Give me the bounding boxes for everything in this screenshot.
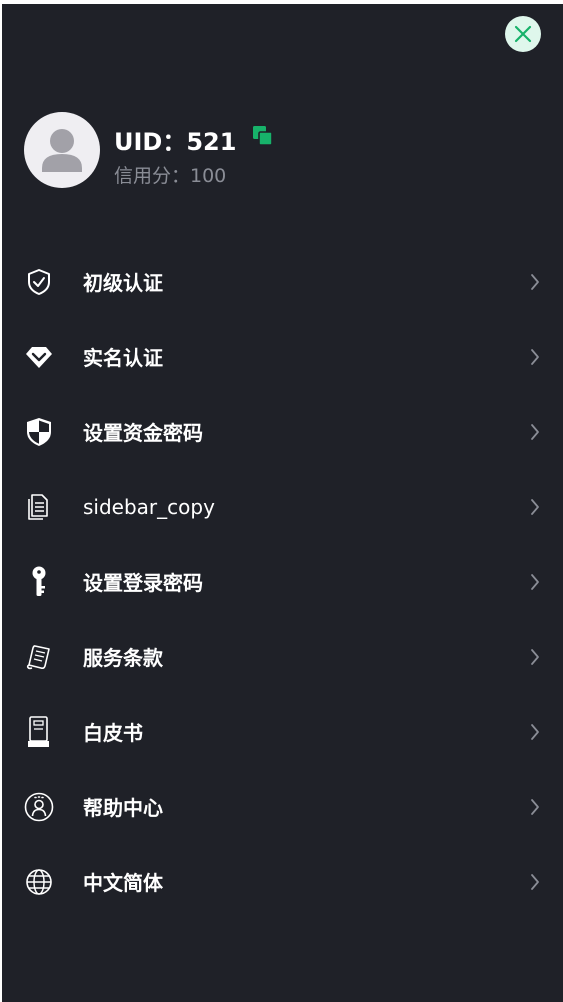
menu-item-label: 初级认证 [83, 271, 163, 295]
menu-item-label: 设置登录密码 [83, 571, 203, 595]
uid-label: UID：521 [114, 128, 237, 156]
chevron-right-icon [531, 273, 539, 290]
shield-check-icon [24, 267, 54, 297]
copy-icon[interactable] [252, 125, 274, 147]
menu-item-login-password[interactable]: 设置登录密码 [2, 544, 563, 619]
chevron-right-icon [531, 648, 539, 665]
menu-item-label: 白皮书 [83, 721, 143, 745]
menu-item-label: 帮助中心 [83, 796, 163, 820]
notebook-icon [24, 715, 54, 747]
chevron-right-icon [531, 423, 539, 440]
menu-item-label: 中文简体 [83, 871, 163, 895]
avatar[interactable] [24, 112, 100, 188]
close-button[interactable] [505, 16, 541, 52]
menu-item-label: 实名认证 [83, 346, 163, 370]
menu-item-fund-password[interactable]: 设置资金密码 [2, 394, 563, 469]
menu-item-label: sidebar_copy [83, 494, 215, 519]
globe-icon [24, 867, 54, 897]
menu-item-basic-verification[interactable]: 初级认证 [2, 244, 563, 319]
document-copy-icon [24, 492, 54, 522]
menu-item-real-name-verification[interactable]: 实名认证 [2, 319, 563, 394]
menu-item-language[interactable]: 中文简体 [2, 844, 563, 919]
key-icon [24, 566, 54, 597]
terms-scroll-icon [24, 642, 54, 672]
support-agent-icon [24, 792, 54, 822]
uid-row: UID：521 [114, 122, 274, 157]
menu-item-label: 服务条款 [83, 646, 163, 670]
menu-item-help-center[interactable]: 帮助中心 [2, 769, 563, 844]
sidebar-panel: UID：521 信用分：100 初级认证 实名认证 设置资金密码 sidebar… [2, 4, 563, 1002]
credit-score: 信用分：100 [114, 165, 227, 187]
menu-item-sidebar-copy[interactable]: sidebar_copy [2, 469, 563, 544]
chevron-right-icon [531, 723, 539, 740]
chevron-right-icon [531, 573, 539, 590]
chevron-right-icon [531, 498, 539, 515]
security-shield-icon [24, 417, 54, 447]
menu-item-label: 设置资金密码 [83, 421, 203, 445]
menu-item-whitepaper[interactable]: 白皮书 [2, 694, 563, 769]
chevron-right-icon [531, 873, 539, 890]
user-icon [42, 129, 82, 172]
diamond-check-icon [24, 342, 54, 372]
chevron-right-icon [531, 798, 539, 815]
menu-item-terms-of-service[interactable]: 服务条款 [2, 619, 563, 694]
close-icon [514, 25, 532, 43]
chevron-right-icon [531, 348, 539, 365]
menu-list: 初级认证 实名认证 设置资金密码 sidebar_copy 设置登录密码 服务条… [2, 244, 563, 919]
